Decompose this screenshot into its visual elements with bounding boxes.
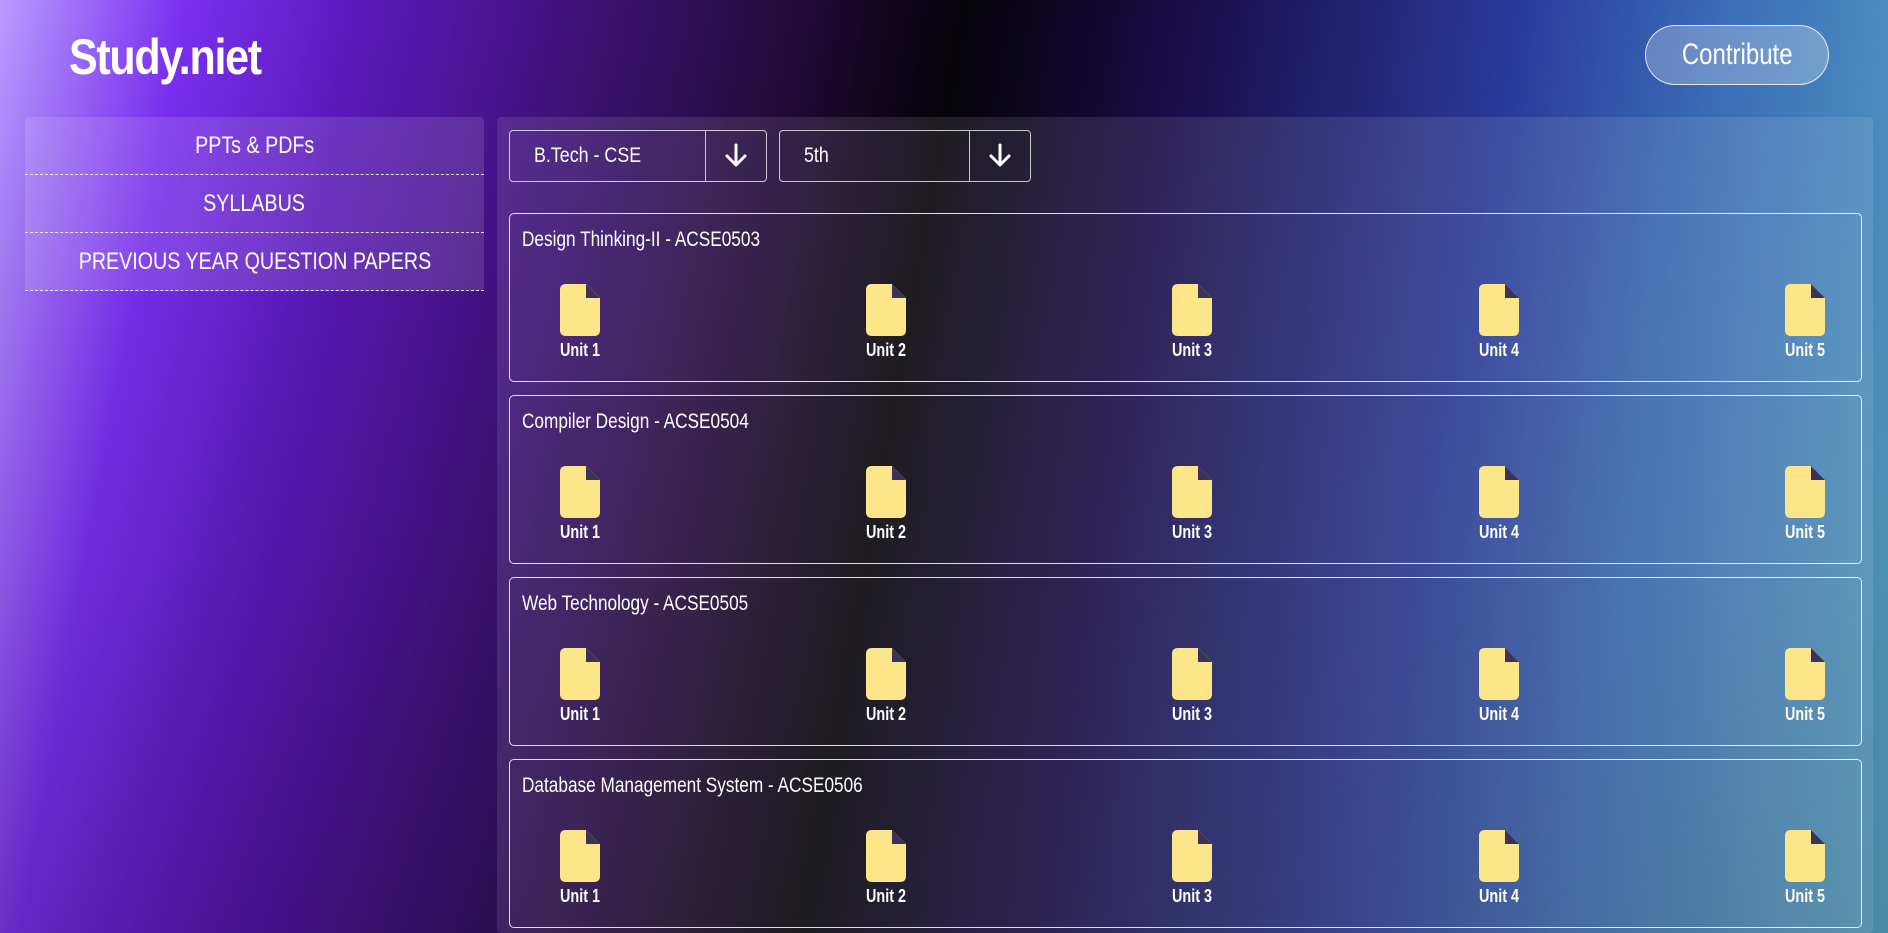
sidebar-item-ppts-pdfs[interactable]: PPTs & PDFs bbox=[25, 117, 484, 175]
file-icon bbox=[1479, 284, 1519, 336]
contribute-button[interactable]: Contribute bbox=[1645, 25, 1829, 85]
unit-link[interactable]: Unit 1 bbox=[550, 284, 610, 361]
file-icon bbox=[1172, 466, 1212, 518]
unit-link[interactable]: Unit 4 bbox=[1469, 830, 1529, 907]
subject-title: Database Management System - ACSE0506 bbox=[522, 774, 863, 797]
unit-label: Unit 1 bbox=[559, 704, 600, 724]
file-icon bbox=[560, 830, 600, 882]
unit-label: Unit 1 bbox=[559, 340, 600, 360]
unit-link[interactable]: Unit 5 bbox=[1775, 284, 1835, 361]
semester-select-value: 5th bbox=[804, 144, 829, 167]
course-select-value: B.Tech - CSE bbox=[534, 144, 642, 167]
arrow-down-icon bbox=[989, 143, 1011, 167]
unit-label: Unit 4 bbox=[1478, 704, 1519, 724]
unit-label: Unit 4 bbox=[1478, 522, 1519, 542]
unit-label: Unit 2 bbox=[865, 522, 906, 542]
unit-label: Unit 3 bbox=[1171, 704, 1212, 724]
unit-link[interactable]: Unit 2 bbox=[856, 830, 916, 907]
unit-link[interactable]: Unit 5 bbox=[1775, 648, 1835, 725]
file-icon bbox=[1479, 830, 1519, 882]
file-icon bbox=[1785, 648, 1825, 700]
sidebar-item-previous-year-papers[interactable]: PREVIOUS YEAR QUESTION PAPERS bbox=[25, 233, 484, 291]
unit-link[interactable]: Unit 5 bbox=[1775, 830, 1835, 907]
file-icon bbox=[1172, 830, 1212, 882]
file-icon bbox=[1172, 648, 1212, 700]
semester-select[interactable]: 5th bbox=[779, 130, 1031, 182]
semester-select-arrow[interactable] bbox=[969, 131, 1030, 181]
file-icon bbox=[1172, 284, 1212, 336]
course-select-value-wrap: B.Tech - CSE bbox=[510, 131, 705, 181]
unit-label: Unit 5 bbox=[1784, 522, 1825, 542]
subject-card: Web Technology - ACSE0505 Unit 1 Unit 2 Uni… bbox=[509, 577, 1862, 746]
unit-link[interactable]: Unit 1 bbox=[550, 830, 610, 907]
unit-link[interactable]: Unit 3 bbox=[1162, 284, 1222, 361]
brand-logo[interactable]: Study.niet bbox=[69, 28, 262, 86]
arrow-down-icon bbox=[725, 143, 747, 167]
unit-link[interactable]: Unit 4 bbox=[1469, 466, 1529, 543]
unit-label: Unit 5 bbox=[1784, 704, 1825, 724]
file-icon bbox=[1479, 466, 1519, 518]
unit-label: Unit 3 bbox=[1171, 886, 1212, 906]
unit-label: Unit 3 bbox=[1171, 522, 1212, 542]
subject-card: Compiler Design - ACSE0504 Unit 1 Unit 2 Un… bbox=[509, 395, 1862, 564]
file-icon bbox=[560, 466, 600, 518]
unit-link[interactable]: Unit 1 bbox=[550, 466, 610, 543]
unit-link[interactable]: Unit 3 bbox=[1162, 648, 1222, 725]
unit-link[interactable]: Unit 5 bbox=[1775, 466, 1835, 543]
file-icon bbox=[560, 648, 600, 700]
contribute-label: Contribute bbox=[1681, 38, 1793, 71]
subject-title: Design Thinking-II - ACSE0503 bbox=[522, 228, 761, 251]
unit-link[interactable]: Unit 2 bbox=[856, 466, 916, 543]
subject-card: Design Thinking-II - ACSE0503 Unit 1 Unit … bbox=[509, 213, 1862, 382]
unit-label: Unit 1 bbox=[559, 886, 600, 906]
unit-label: Unit 2 bbox=[865, 886, 906, 906]
file-icon bbox=[1479, 648, 1519, 700]
unit-link[interactable]: Unit 4 bbox=[1469, 284, 1529, 361]
unit-link[interactable]: Unit 2 bbox=[856, 284, 916, 361]
course-select-arrow[interactable] bbox=[705, 131, 766, 181]
semester-select-value-wrap: 5th bbox=[780, 131, 969, 181]
unit-label: Unit 2 bbox=[865, 704, 906, 724]
main-panel: B.Tech - CSE 5th Design Thinking-II - AC… bbox=[497, 117, 1873, 933]
unit-link[interactable]: Unit 1 bbox=[550, 648, 610, 725]
sidebar-item-label: SYLLABUS bbox=[203, 189, 306, 217]
unit-label: Unit 4 bbox=[1478, 886, 1519, 906]
file-icon bbox=[866, 284, 906, 336]
course-select[interactable]: B.Tech - CSE bbox=[509, 130, 767, 182]
unit-label: Unit 4 bbox=[1478, 340, 1519, 360]
file-icon bbox=[560, 284, 600, 336]
header: Study.niet Contribute bbox=[0, 0, 1888, 117]
sidebar: PPTs & PDFs SYLLABUS PREVIOUS YEAR QUEST… bbox=[25, 117, 484, 291]
unit-link[interactable]: Unit 4 bbox=[1469, 648, 1529, 725]
sidebar-item-label: PPTs & PDFs bbox=[194, 131, 315, 159]
file-icon bbox=[866, 830, 906, 882]
subject-title: Web Technology - ACSE0505 bbox=[522, 592, 749, 615]
subject-title: Compiler Design - ACSE0504 bbox=[522, 410, 749, 433]
unit-label: Unit 2 bbox=[865, 340, 906, 360]
unit-label: Unit 1 bbox=[559, 522, 600, 542]
file-icon bbox=[1785, 830, 1825, 882]
unit-link[interactable]: Unit 2 bbox=[856, 648, 916, 725]
sidebar-item-syllabus[interactable]: SYLLABUS bbox=[25, 175, 484, 233]
unit-label: Unit 3 bbox=[1171, 340, 1212, 360]
subject-card: Database Management System - ACSE0506 Uni… bbox=[509, 759, 1862, 928]
file-icon bbox=[1785, 284, 1825, 336]
unit-label: Unit 5 bbox=[1784, 886, 1825, 906]
unit-link[interactable]: Unit 3 bbox=[1162, 466, 1222, 543]
sidebar-item-label: PREVIOUS YEAR QUESTION PAPERS bbox=[78, 247, 431, 275]
file-icon bbox=[1785, 466, 1825, 518]
unit-link[interactable]: Unit 3 bbox=[1162, 830, 1222, 907]
file-icon bbox=[866, 466, 906, 518]
file-icon bbox=[866, 648, 906, 700]
unit-label: Unit 5 bbox=[1784, 340, 1825, 360]
